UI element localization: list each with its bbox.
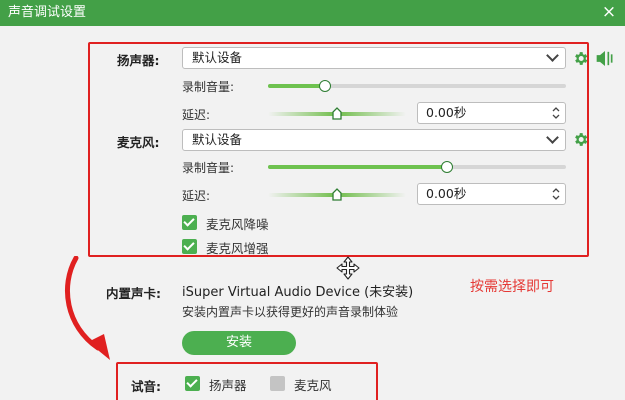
speaker-delay-input[interactable]: 0.00秒	[417, 102, 566, 124]
mic-delay-input[interactable]: 0.00秒	[417, 183, 566, 205]
speaker-volume-icon[interactable]	[595, 49, 615, 68]
chevron-down-icon	[546, 49, 559, 62]
spinner-arrows-icon[interactable]	[551, 105, 561, 121]
speaker-delay-value: 0.00秒	[426, 105, 467, 120]
slider-handle[interactable]	[332, 107, 342, 120]
slider-fill	[268, 165, 447, 169]
mic-label: 麦克风:	[117, 135, 160, 150]
test-speaker-label: 扬声器	[209, 378, 247, 393]
mic-denoise-checkbox[interactable]	[182, 215, 197, 230]
spinner-arrows-icon[interactable]	[551, 186, 561, 202]
mic-device-value: 默认设备	[192, 132, 243, 147]
mic-denoise-label: 麦克风降噪	[206, 217, 269, 232]
mic-device-select[interactable]: 默认设备	[182, 129, 566, 151]
mic-volume-label: 录制音量:	[182, 161, 235, 175]
slider-handle[interactable]	[318, 80, 331, 92]
speaker-device-value: 默认设备	[192, 50, 243, 65]
slider-handle[interactable]	[440, 161, 453, 173]
curved-arrow-icon	[64, 256, 110, 360]
speaker-delay-slider[interactable]	[268, 107, 406, 121]
annotation-text: 按需选择即可	[470, 279, 554, 295]
mic-volume-slider[interactable]	[268, 160, 566, 174]
soundcard-hint: 安装内置声卡以获得更好的声音录制体验	[182, 305, 399, 319]
soundcard-label: 内置声卡:	[106, 286, 161, 301]
window-title: 声音调试设置	[8, 5, 87, 20]
gear-icon[interactable]	[572, 131, 589, 148]
test-label: 试音:	[131, 379, 161, 394]
slider-fill	[268, 84, 325, 88]
install-button[interactable]: 安装	[182, 331, 296, 355]
speaker-label: 扬声器:	[117, 53, 160, 68]
speaker-device-select[interactable]: 默认设备	[182, 47, 566, 69]
close-icon[interactable]: ×	[599, 0, 619, 26]
mic-delay-value: 0.00秒	[426, 186, 467, 201]
mic-enhance-checkbox[interactable]	[182, 239, 197, 254]
gear-icon[interactable]	[572, 50, 589, 67]
speaker-volume-label: 录制音量:	[182, 80, 235, 94]
soundcard-device: iSuper Virtual Audio Device (未安装)	[182, 285, 414, 300]
test-mic-label: 麦克风	[294, 378, 332, 393]
title-bar: 声音调试设置 ×	[0, 0, 625, 26]
test-mic-checkbox[interactable]	[270, 376, 285, 391]
mic-enhance-label: 麦克风增强	[206, 241, 269, 256]
mic-delay-slider[interactable]	[268, 188, 406, 202]
slider-handle[interactable]	[332, 188, 342, 201]
speaker-volume-slider[interactable]	[268, 79, 566, 93]
speaker-delay-label: 延迟:	[182, 108, 211, 122]
chevron-down-icon	[546, 131, 559, 144]
test-speaker-checkbox[interactable]	[185, 376, 200, 391]
mic-delay-label: 延迟:	[182, 189, 211, 203]
move-cursor-icon	[336, 256, 360, 280]
